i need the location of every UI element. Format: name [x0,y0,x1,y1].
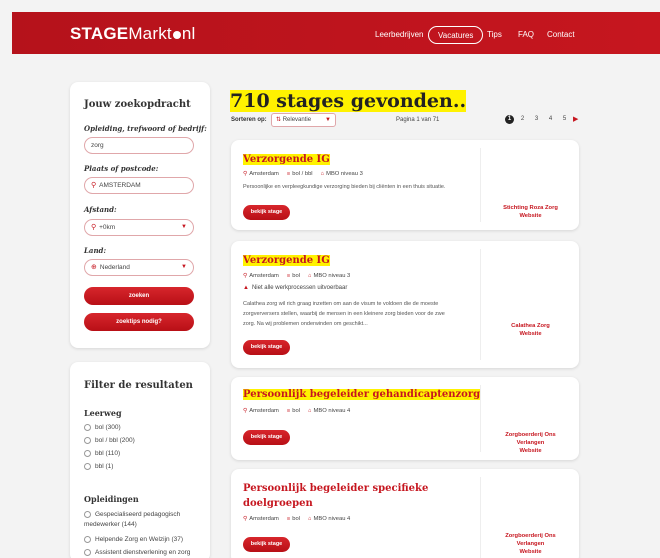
distance-label: Afstand: [84,205,117,214]
place-label: Plaats of postcode: [84,164,159,173]
filter-leerweg-bbl-2[interactable]: bbl (1) [84,463,113,470]
sort-select[interactable]: ⇅ Relevantie ▼ [271,113,336,127]
card-title-link[interactable]: Persoonlijk begeleider gehandicaptenzorg [243,389,481,400]
filter-title: Filter de resultaten [84,380,193,391]
view-internship-button[interactable]: bekijk stage [243,430,290,445]
query-input[interactable]: zorg [84,137,194,154]
search-button[interactable]: zoeken [84,287,194,305]
nav-faq[interactable]: FAQ [518,26,534,44]
card-meta: ⚲ Amsterdam ≡ bol ⌂ MBO niveau 3 [243,273,351,279]
filter-opleiding-1[interactable]: Gespecialiseerd pedagogisch medewerker (… [84,510,204,530]
chevron-down-icon: ▼ [181,264,187,270]
page-4[interactable]: 4 [546,115,555,124]
graduation-cap-icon: ⌂ [308,516,312,522]
filter-leerweg-bol-bbl[interactable]: bol / bbl (200) [84,437,135,444]
view-internship-button[interactable]: bekijk stage [243,340,290,355]
school-icon: ≡ [286,516,291,522]
site-logo[interactable]: STAGEMarkt nl [70,24,195,44]
location-pin-icon: ⚲ [91,224,97,231]
page-2[interactable]: 2 [518,115,527,124]
card-meta: ⚲ Amsterdam ≡ bol / bbl ⌂ MBO niveau 3 [243,171,363,177]
country-select[interactable]: ⊕ Nederland ▼ [84,259,194,276]
logo-dot-icon [172,30,181,39]
chevron-down-icon: ▼ [325,117,331,123]
card-warning: ▲ Niet alle werkprocessen uitvoerbaar [243,285,348,291]
card-title-link[interactable]: Persoonlijk begeleider specifieke doelgro… [243,481,428,511]
card-description: Persoonlijke en verpleegkundige verzorgi… [243,184,446,190]
location-pin-icon: ⚲ [243,408,248,414]
company-link[interactable]: Stichting Roza Zorg Website [493,204,568,220]
next-page-icon[interactable]: ▶ [573,115,578,123]
card-meta: ⚲ Amsterdam ≡ bol ⌂ MBO niveau 4 [243,516,351,522]
location-pin-icon: ⚲ [91,182,97,189]
distance-select[interactable]: ⚲ +0km ▼ [84,219,194,236]
card-title-link[interactable]: Verzorgende IG [243,255,330,266]
query-label: Opleiding, trefwoord of bedrijf: [84,124,207,133]
chevron-down-icon: ▼ [181,224,187,230]
results-count-title: 710 stages gevonden.. [230,90,467,112]
filter-opleiding-3[interactable]: Assistent dienstverlening en zorg [84,549,190,556]
place-input[interactable]: ⚲ AMSTERDAM [84,177,194,194]
school-icon: ≡ [286,171,291,177]
page-3[interactable]: 3 [532,115,541,124]
filter-opleiding-2[interactable]: Helpende Zorg en Welzijn (37) [84,536,183,543]
page-1[interactable]: 1 [505,115,514,124]
site-header: STAGEMarkt nl Leerbedrijven Vacatures Tip… [12,12,660,54]
nav-leerbedrijven[interactable]: Leerbedrijven [375,26,423,44]
graduation-cap-icon: ⌂ [308,273,312,279]
view-internship-button[interactable]: bekijk stage [243,537,290,552]
search-title: Jouw zoekopdracht [84,99,191,110]
company-link[interactable]: Calathea Zorg Website [493,322,568,338]
company-link[interactable]: Zorgboerderij Ons Verlangen Website [493,431,568,455]
warning-icon: ▲ [243,285,249,291]
opleidingen-title: Opleidingen [84,494,139,504]
card-description: Calathea zorg wil rich graag inzetten om… [243,301,445,327]
sort-label: Sorteren op: [231,117,267,123]
school-icon: ≡ [286,273,291,279]
location-pin-icon: ⚲ [243,516,248,522]
location-pin-icon: ⚲ [243,273,248,279]
card-title-link[interactable]: Verzorgende IG [243,154,330,165]
pagination-info: Pagina 1 van 71 [396,117,440,123]
leerweg-title: Leerweg [84,408,122,418]
country-label: Land: [84,246,107,255]
filter-icon: ⇅ [276,117,283,123]
school-icon: ≡ [286,408,291,414]
card-meta: ⚲ Amsterdam ≡ bol ⌂ MBO niveau 4 [243,408,351,414]
graduation-cap-icon: ⌂ [320,171,325,177]
filter-leerweg-bbl[interactable]: bbl (110) [84,450,120,457]
location-pin-icon: ⚲ [243,171,248,177]
nav-vacatures[interactable]: Vacatures [428,26,484,44]
company-link[interactable]: Zorgboerderij Ons Verlangen Website [493,532,568,556]
view-internship-button[interactable]: bekijk stage [243,205,290,220]
search-panel [70,82,210,348]
nav-tips[interactable]: Tips [487,26,502,44]
globe-icon: ⊕ [91,264,97,271]
search-tips-button[interactable]: zoektips nodig? [84,313,194,331]
nav-contact[interactable]: Contact [547,26,575,44]
filter-leerweg-bol[interactable]: bol (300) [84,424,121,431]
graduation-cap-icon: ⌂ [308,408,312,414]
page-5[interactable]: 5 [560,115,569,124]
